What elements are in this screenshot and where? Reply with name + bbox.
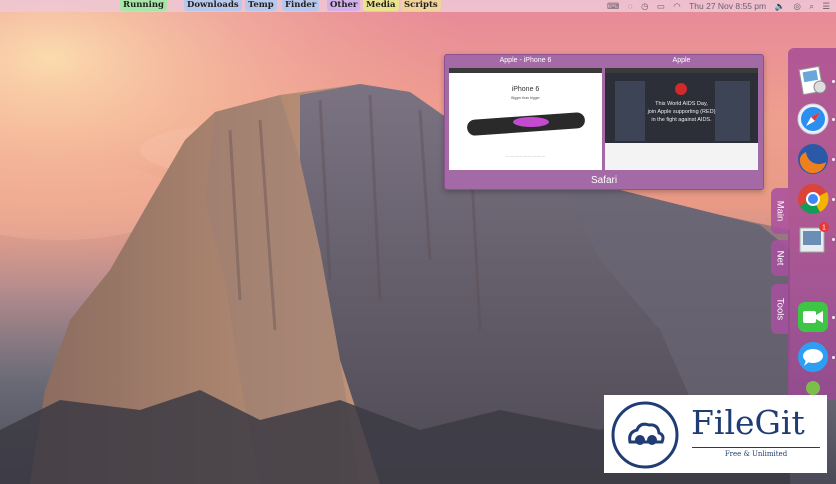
- thumb-body-text: — — — — — — — — —: [505, 154, 546, 158]
- battery-icon[interactable]: ▭: [657, 1, 665, 11]
- running-indicator: [832, 356, 835, 359]
- running-indicator: [832, 238, 835, 241]
- volume-icon[interactable]: 🔈: [774, 1, 785, 11]
- chrome-icon[interactable]: [796, 182, 830, 216]
- apple-store-image: [605, 73, 758, 143]
- mail-badge: 1: [822, 225, 826, 232]
- clock-icon[interactable]: ◷: [641, 1, 648, 11]
- aids-line-3: in the fight against AIDS.: [651, 117, 712, 123]
- menu-bar: Running Downloads Temp Finder Other Medi…: [0, 0, 836, 12]
- running-indicator: [832, 198, 835, 201]
- preview-icon[interactable]: [796, 64, 830, 98]
- thumb-heading: iPhone 6: [511, 86, 540, 93]
- dock-tab-main-label: Main: [774, 200, 785, 222]
- tab-downloads[interactable]: Downloads: [184, 0, 242, 11]
- dock-tab-main[interactable]: Main: [771, 188, 788, 234]
- filegit-logo: [611, 401, 679, 469]
- dock-tab-net-label: Net: [774, 250, 785, 266]
- spotlight-icon[interactable]: ⌕: [809, 1, 814, 11]
- product-strip: [605, 143, 758, 170]
- thumb-title-apple: Apple: [672, 57, 691, 64]
- facetime-icon[interactable]: [796, 300, 830, 334]
- running-indicator: [832, 80, 835, 83]
- running-indicator: [832, 158, 835, 161]
- tab-running[interactable]: Running: [120, 0, 167, 11]
- dock-tab-tools-label: Tools: [774, 297, 785, 321]
- tab-other[interactable]: Other: [327, 0, 361, 11]
- thumb-navbar: [449, 68, 602, 73]
- thumb-subheading: Bigger than bigger: [511, 96, 540, 100]
- user-icon[interactable]: ◎: [793, 1, 800, 11]
- filegit-watermark: FileGit Free & Unlimited: [604, 395, 827, 473]
- firefox-icon[interactable]: [796, 142, 830, 176]
- window-preview: Apple - iPhone 6 Apple iPhone 6 Bigger t…: [444, 54, 764, 190]
- desktop: Running Downloads Temp Finder Other Medi…: [0, 0, 836, 484]
- tab-media[interactable]: Media: [363, 0, 399, 11]
- tab-temp[interactable]: Temp: [245, 0, 277, 11]
- dock-tab-net[interactable]: Net: [771, 240, 788, 276]
- filegit-name: FileGit: [691, 403, 805, 442]
- window-thumbnail-apple[interactable]: This World AIDS Day, join Apple supporti…: [605, 68, 758, 170]
- preview-app-label: Safari: [590, 175, 618, 186]
- window-thumbnail-iphone[interactable]: iPhone 6 Bigger than bigger — — — — — — …: [449, 68, 602, 170]
- messages-icon[interactable]: [796, 340, 830, 374]
- status-area: ⌨ ◌ ◷ ▭ ◠ Thu 27 Nov 8:55 pm 🔈 ◎ ⌕ ☰: [601, 0, 830, 12]
- thumb-title-iphone: Apple - iPhone 6: [499, 57, 552, 64]
- running-indicator: [832, 316, 835, 319]
- mail-icon[interactable]: 1: [796, 222, 830, 256]
- list-icon[interactable]: ☰: [822, 1, 830, 11]
- safari-icon[interactable]: [796, 102, 830, 136]
- tab-scripts[interactable]: Scripts: [401, 0, 441, 11]
- running-indicator: [832, 118, 835, 121]
- aids-line-1: This World AIDS Day,: [655, 101, 708, 107]
- tab-finder[interactable]: Finder: [282, 0, 320, 11]
- aids-line-2: join Apple supporting (RED): [647, 109, 716, 115]
- filegit-tagline: Free & Unlimited: [692, 447, 820, 458]
- chat-icon[interactable]: ◌: [628, 1, 633, 11]
- clock-text[interactable]: Thu 27 Nov 8:55 pm: [689, 1, 766, 11]
- iphone-image: [467, 112, 585, 136]
- dock-tab-tools[interactable]: Tools: [771, 284, 788, 334]
- keyboard-icon[interactable]: ⌨: [607, 1, 619, 11]
- wifi-icon[interactable]: ◠: [673, 1, 680, 11]
